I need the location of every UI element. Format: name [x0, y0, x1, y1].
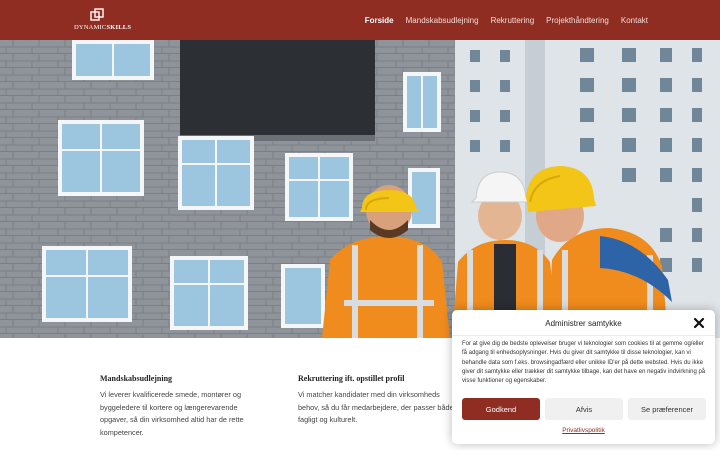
service-title: Rekruttering ift. opstillet profil [298, 374, 405, 383]
nav-item-mandskabsudlejning[interactable]: Mandskabsudlejning [406, 16, 479, 25]
logo[interactable]: DYNAMICSKILLS [74, 8, 131, 34]
cookie-consent-dialog: Administrer samtykke For at give dig de … [452, 310, 715, 444]
service-title: Mandskabsudlejning [100, 374, 173, 383]
service-card-mandskabsudlejning: Mandskabsudlejning Vi leverer kvalificer… [100, 374, 265, 439]
nav-item-forside[interactable]: Forside [365, 16, 394, 25]
nav-item-kontakt[interactable]: Kontakt [621, 16, 648, 25]
preferences-button[interactable]: Se præferencer [628, 398, 706, 420]
accept-button[interactable]: Godkend [462, 398, 540, 420]
main-nav: Forside Mandskabsudlejning Rekruttering … [365, 0, 648, 40]
logo-text: DYNAMICSKILLS [74, 24, 132, 31]
nav-item-projekthaandtering[interactable]: Projekthåndtering [546, 16, 609, 25]
hero-illustration [0, 40, 720, 338]
logo-mark-icon [90, 8, 104, 21]
consent-title: Administrer samtykke [545, 319, 622, 328]
divider [452, 335, 715, 336]
nav-item-rekruttering[interactable]: Rekruttering [491, 16, 535, 25]
consent-text: For at give dig de bedste oplevelser bru… [462, 341, 706, 385]
service-text: Vi leverer kvalificerede smede, montører… [100, 390, 244, 437]
site-header: DYNAMICSKILLS Forside Mandskabsudlejning… [0, 0, 720, 40]
close-icon[interactable] [693, 317, 705, 329]
privacy-policy-link[interactable]: Privatlivspolitik [452, 427, 715, 434]
service-text: Vi matcher kandidater med din virksomhed… [298, 390, 454, 425]
hero-image [0, 40, 720, 338]
service-card-rekruttering: Rekruttering ift. opstillet profil Vi ma… [298, 374, 463, 427]
deny-button[interactable]: Afvis [545, 398, 623, 420]
